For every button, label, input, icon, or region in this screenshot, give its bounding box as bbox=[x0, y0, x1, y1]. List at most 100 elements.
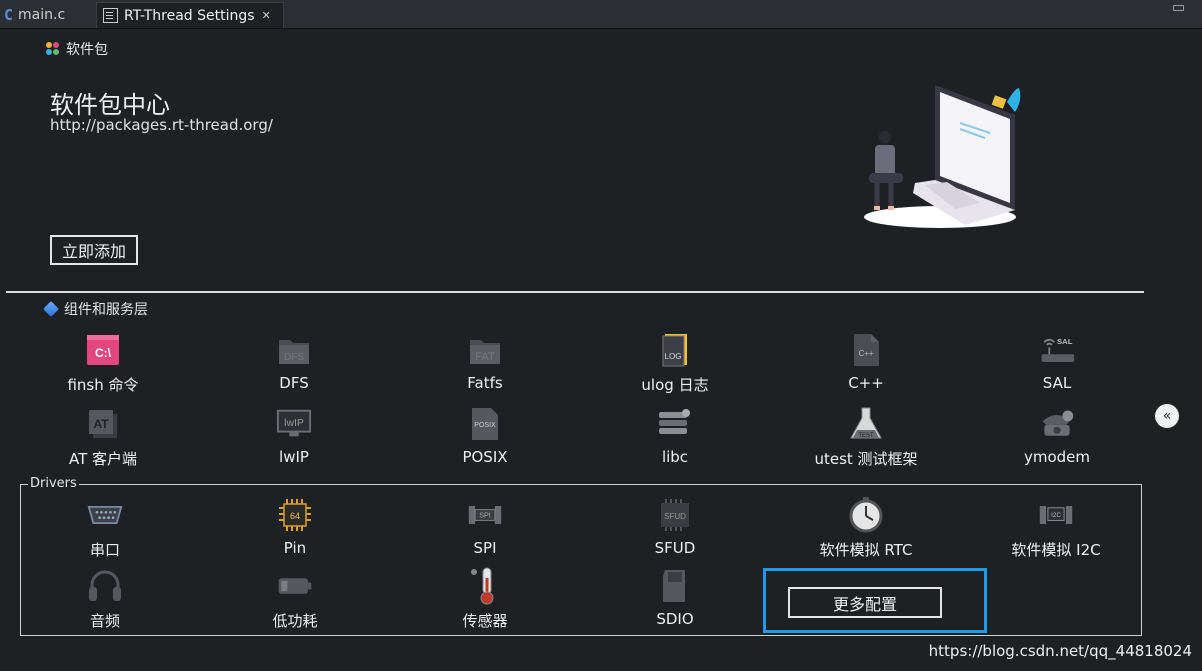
driver-label: 串口 bbox=[89, 541, 120, 559]
packages-icon bbox=[46, 42, 60, 56]
driver-label: SFUD bbox=[654, 539, 696, 557]
headphones-icon bbox=[87, 568, 123, 604]
driver-audio[interactable]: 音频 bbox=[15, 568, 195, 630]
driver-low-power[interactable]: 低功耗 bbox=[205, 568, 385, 630]
component-fatfs[interactable]: FAT Fatfs bbox=[395, 332, 575, 394]
component-ulog[interactable]: LOG ulog 日志 bbox=[585, 332, 765, 394]
driver-label: 低功耗 bbox=[272, 612, 318, 630]
component-label: SAL bbox=[1042, 374, 1072, 392]
lwip-icon-text: lwIP bbox=[284, 418, 304, 429]
tab-label: RT-Thread Settings bbox=[124, 7, 255, 24]
books-icon bbox=[657, 406, 693, 442]
battery-icon bbox=[277, 568, 313, 604]
driver-i2c[interactable]: I2C 软件模拟 I2C bbox=[966, 497, 1146, 559]
tab-label: main.c bbox=[18, 6, 66, 23]
log-icon: LOG bbox=[657, 332, 693, 368]
component-at-client[interactable]: AT AT 客户端 bbox=[13, 406, 193, 468]
log-icon-text: LOG bbox=[665, 352, 682, 361]
sfud-icon-text: SFUD bbox=[664, 512, 686, 521]
posix-file-icon: POSIX bbox=[467, 406, 503, 442]
component-posix[interactable]: POSIX POSIX bbox=[395, 406, 575, 468]
component-label: AT 客户端 bbox=[68, 450, 138, 468]
component-libc[interactable]: libc bbox=[585, 406, 765, 468]
spi-icon: SPI bbox=[467, 497, 503, 533]
component-label: utest 测试框架 bbox=[814, 450, 918, 468]
flask-icon: TEST bbox=[848, 406, 884, 442]
driver-sensor[interactable]: 传感器 bbox=[395, 567, 575, 630]
file-icon: C++ bbox=[848, 332, 884, 368]
folder-icon: DFS bbox=[276, 332, 312, 368]
section-label: 组件和服务层 bbox=[64, 302, 148, 318]
driver-label: SDIO bbox=[656, 610, 694, 628]
section-divider bbox=[6, 291, 1144, 293]
component-label: POSIX bbox=[462, 448, 508, 466]
terminal-icon-text: C:\ bbox=[95, 346, 112, 360]
cpp-icon-text: C++ bbox=[858, 349, 873, 358]
add-now-button[interactable]: 立即添加 bbox=[50, 235, 138, 265]
component-label: C++ bbox=[848, 374, 884, 392]
i2c-icon: I2C bbox=[1038, 497, 1074, 533]
driver-rtc[interactable]: 软件模拟 RTC bbox=[776, 497, 956, 559]
driver-label: 音频 bbox=[89, 612, 120, 630]
settings-file-icon bbox=[103, 8, 118, 23]
sd-card-icon bbox=[657, 568, 693, 604]
telephone-icon bbox=[1039, 406, 1075, 442]
driver-label: Pin bbox=[283, 539, 307, 557]
packages-section-title: 软件包 bbox=[46, 39, 108, 59]
driver-label: SPI bbox=[473, 539, 497, 557]
component-cpp[interactable]: C++ C++ bbox=[776, 332, 956, 394]
at-icon: AT bbox=[85, 406, 121, 442]
driver-pin[interactable]: 64 Pin bbox=[205, 497, 385, 559]
tab-rt-thread-settings[interactable]: RT-Thread Settings ✕ bbox=[96, 2, 284, 28]
component-label: finsh 命令 bbox=[67, 376, 139, 394]
section-label: 软件包 bbox=[66, 42, 108, 58]
tab-main-c[interactable]: C main.c bbox=[4, 2, 92, 27]
i2c-icon-text: I2C bbox=[1051, 512, 1061, 519]
dfs-icon-text: DFS bbox=[284, 352, 304, 363]
watermark-text: https://blog.csdn.net/qq_44818024 bbox=[928, 642, 1192, 660]
fat-icon-text: FAT bbox=[475, 351, 495, 363]
close-icon[interactable]: ✕ bbox=[262, 9, 271, 22]
component-label: libc bbox=[661, 448, 689, 466]
maximize-icon[interactable] bbox=[1173, 5, 1184, 11]
driver-sdio[interactable]: SDIO bbox=[585, 568, 765, 630]
component-label: DFS bbox=[279, 374, 309, 392]
clock-icon bbox=[848, 497, 884, 533]
components-section-title: 组件和服务层 bbox=[43, 299, 148, 319]
thermometer-icon bbox=[467, 567, 503, 605]
package-center-title: 软件包中心 bbox=[50, 91, 170, 119]
editor-tab-bar: C main.c RT-Thread Settings ✕ bbox=[0, 0, 1202, 29]
driver-label: 软件模拟 I2C bbox=[1011, 541, 1101, 559]
folder-icon: FAT bbox=[467, 332, 503, 368]
chip-icon: 64 bbox=[277, 497, 313, 533]
more-config-button[interactable]: 更多配置 bbox=[788, 587, 942, 618]
driver-label: 软件模拟 RTC bbox=[819, 541, 913, 559]
at-icon-text: AT bbox=[93, 417, 109, 431]
driver-sfud[interactable]: SFUD SFUD bbox=[585, 497, 765, 559]
sal-icon-text: SAL bbox=[1057, 337, 1073, 346]
component-label: ymodem bbox=[1023, 448, 1091, 466]
component-dfs[interactable]: DFS DFS bbox=[204, 332, 384, 394]
spi-icon-text: SPI bbox=[479, 511, 491, 520]
component-sal[interactable]: SAL SAL bbox=[967, 332, 1147, 394]
chip-icon-text: 64 bbox=[290, 511, 300, 521]
drivers-legend: Drivers bbox=[28, 476, 79, 491]
package-center-url[interactable]: http://packages.rt-thread.org/ bbox=[50, 116, 273, 134]
terminal-icon: C:\ bbox=[85, 332, 121, 368]
c-file-icon: C bbox=[4, 5, 14, 24]
router-icon: SAL bbox=[1039, 332, 1075, 368]
posix-icon-text: POSIX bbox=[474, 422, 496, 429]
component-label: ulog 日志 bbox=[641, 376, 709, 394]
component-utest[interactable]: TEST utest 测试框架 bbox=[776, 406, 956, 468]
driver-serial[interactable]: 串口 bbox=[15, 497, 195, 559]
component-label: lwIP bbox=[279, 448, 309, 466]
component-finsh[interactable]: C:\ finsh 命令 bbox=[13, 332, 193, 394]
collapse-chevrons-icon[interactable]: « bbox=[1155, 404, 1179, 428]
laptop-person-illustration bbox=[864, 85, 1021, 228]
component-label: Fatfs bbox=[467, 374, 503, 392]
driver-label: 传感器 bbox=[462, 612, 508, 630]
driver-spi[interactable]: SPI SPI bbox=[395, 497, 575, 559]
cube-icon bbox=[43, 301, 59, 317]
component-ymodem[interactable]: ymodem bbox=[967, 406, 1147, 468]
component-lwip[interactable]: lwIP lwIP bbox=[204, 406, 384, 468]
